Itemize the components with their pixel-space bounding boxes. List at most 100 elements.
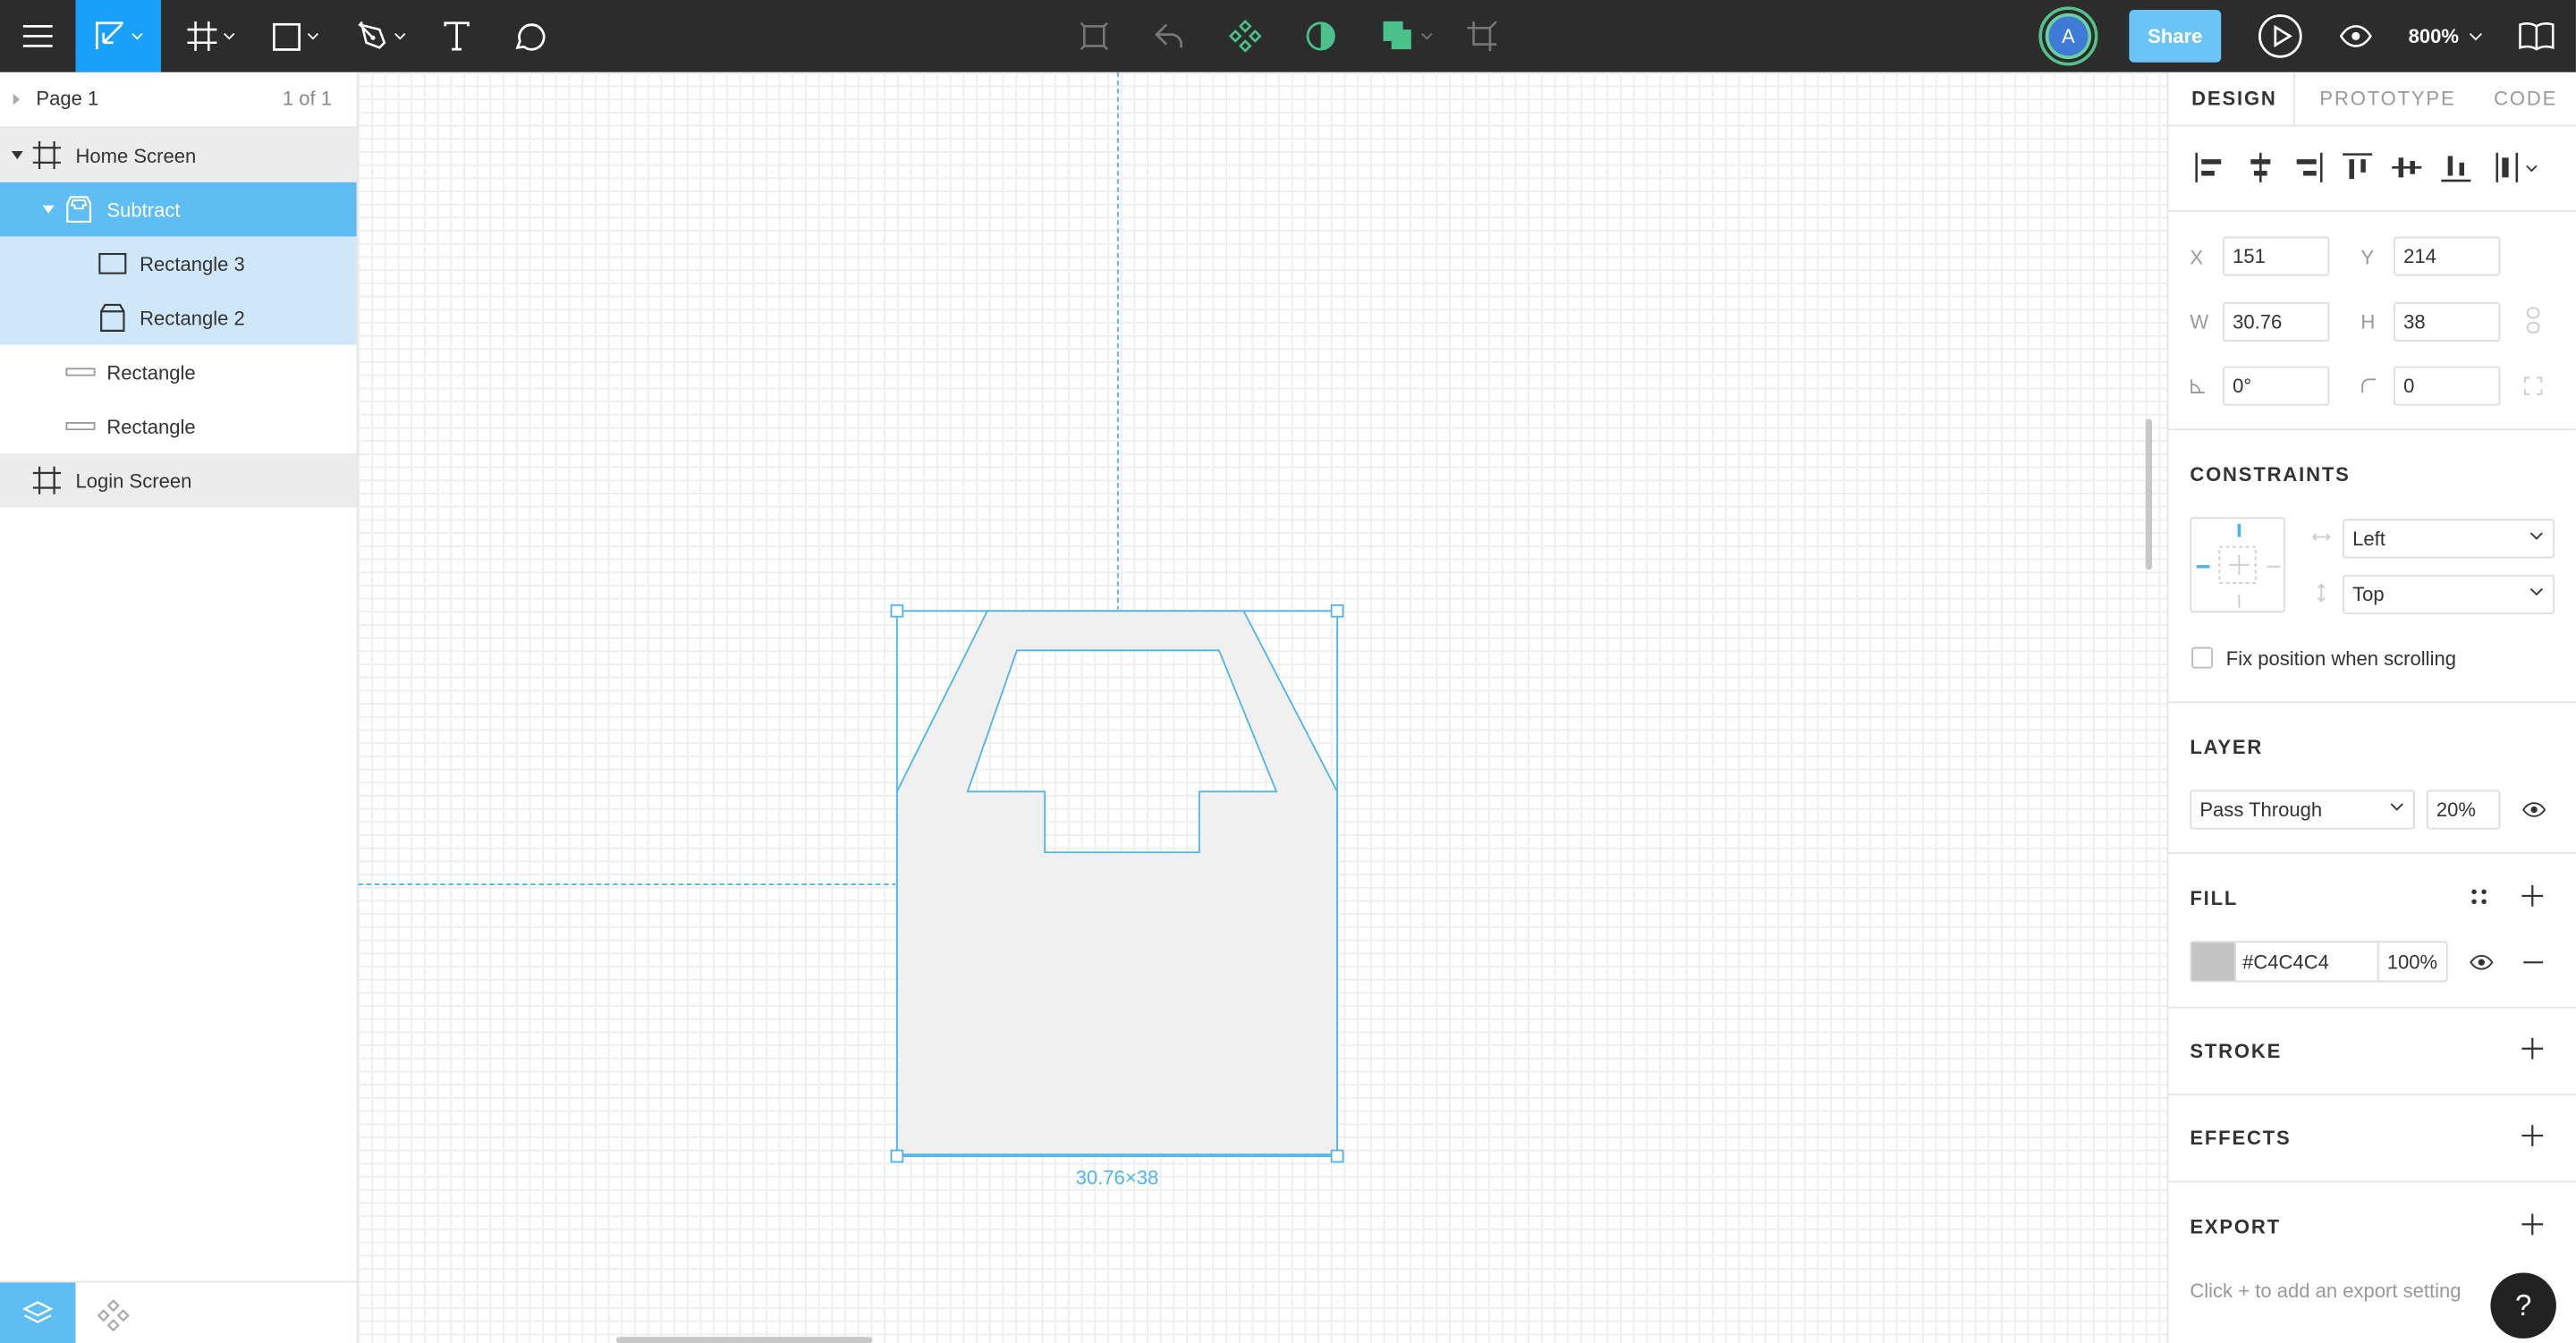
- line-rect-icon: [65, 422, 96, 431]
- page-count: 1 of 1: [282, 87, 333, 111]
- zoom-level: 800%: [2408, 24, 2459, 48]
- rotation-input[interactable]: 0°: [2223, 366, 2330, 406]
- horizontal-scrollbar[interactable]: [615, 1337, 873, 1343]
- layer-row-login-screen[interactable]: Login Screen: [0, 452, 357, 508]
- boolean-icon: [66, 196, 92, 224]
- vertical-scrollbar[interactable]: [2145, 418, 2153, 570]
- fix-position-checkbox[interactable]: [2191, 646, 2214, 669]
- constraint-vertical-select[interactable]: Top: [2343, 574, 2555, 614]
- figma-app: A Share 800% Page 1 1 of 1 Home Screen S…: [0, 0, 2576, 1343]
- radius-input[interactable]: 0: [2394, 366, 2501, 406]
- x-label: X: [2190, 246, 2204, 270]
- toolbar: A Share 800%: [0, 0, 2576, 72]
- rectangle-tool-icon: [272, 21, 301, 50]
- resize-handle[interactable]: [1330, 604, 1344, 618]
- constraint-vertical-value: Top: [2352, 583, 2385, 606]
- h-label: H: [2360, 310, 2376, 334]
- add-effect-icon[interactable]: [2521, 1125, 2544, 1147]
- constraints-widget[interactable]: [2190, 517, 2285, 613]
- layer-row-rectangle[interactable]: Rectangle: [0, 399, 357, 453]
- pen-tool-button[interactable]: [348, 0, 413, 72]
- layer-row-rectangle[interactable]: Rectangle: [0, 345, 357, 400]
- divider: [2168, 1006, 2576, 1009]
- hamburger-icon: [22, 25, 53, 47]
- canvas[interactable]: 30.76×38: [358, 72, 2167, 1343]
- crop-button[interactable]: [1462, 0, 1502, 72]
- fill-visibility-eye-icon[interactable]: [2470, 954, 2495, 970]
- w-input[interactable]: 30.76: [2223, 301, 2330, 342]
- create-component-button[interactable]: [1225, 0, 1265, 72]
- share-button[interactable]: Share: [2129, 10, 2222, 63]
- shape-tool-button[interactable]: [263, 0, 328, 72]
- add-stroke-icon[interactable]: [2521, 1037, 2544, 1060]
- constraint-horizontal-select[interactable]: Left: [2343, 519, 2555, 559]
- y-input[interactable]: 214: [2394, 236, 2501, 276]
- layer-row-home-screen[interactable]: Home Screen: [0, 128, 357, 182]
- resize-handle[interactable]: [1330, 1149, 1344, 1163]
- align-right-icon[interactable]: [2296, 152, 2323, 182]
- tab-prototype[interactable]: PROTOTYPE: [2319, 72, 2455, 125]
- mask-icon: [1306, 21, 1335, 51]
- comment-tool-button[interactable]: [506, 0, 552, 72]
- fix-position-label: Fix position when scrolling: [2225, 646, 2456, 671]
- resize-handle[interactable]: [890, 604, 904, 618]
- subtract-shape[interactable]: [895, 610, 1338, 1157]
- help-button[interactable]: ?: [2490, 1272, 2556, 1339]
- align-left-icon[interactable]: [2195, 152, 2222, 182]
- remove-fill-icon[interactable]: [2523, 960, 2544, 964]
- independent-corners-icon[interactable]: [2523, 376, 2543, 396]
- user-avatar[interactable]: A: [2042, 10, 2095, 63]
- tab-design[interactable]: DESIGN: [2191, 72, 2277, 125]
- view-settings-button[interactable]: [2333, 0, 2378, 72]
- blend-mode-select[interactable]: Pass Through: [2190, 790, 2415, 830]
- h-input[interactable]: 38: [2394, 301, 2501, 342]
- stroke-title: STROKE: [2190, 1039, 2283, 1063]
- distribute-icon[interactable]: [2496, 152, 2538, 182]
- x-input[interactable]: 151: [2223, 236, 2330, 276]
- rectangle-icon: [100, 303, 125, 333]
- constrain-proportions-icon[interactable]: [2526, 307, 2540, 334]
- menu-button[interactable]: [0, 0, 75, 72]
- chevron-down-icon: [2469, 32, 2482, 40]
- canvas-drawing: [358, 72, 2153, 1343]
- visibility-eye-icon[interactable]: [2521, 801, 2546, 817]
- text-tool-icon: [444, 21, 470, 51]
- mask-button[interactable]: [1301, 0, 1341, 72]
- styles-grid-icon[interactable]: [2470, 889, 2487, 905]
- frame-icon: [32, 140, 61, 170]
- text-tool-button[interactable]: [434, 0, 479, 72]
- fill-color-swatch[interactable]: [2191, 942, 2236, 981]
- tab-code[interactable]: CODE: [2494, 72, 2557, 125]
- divider: [2168, 1180, 2576, 1183]
- align-bottom-icon[interactable]: [2441, 156, 2471, 182]
- crop-icon: [1467, 21, 1497, 51]
- layers-tab[interactable]: [0, 1282, 76, 1343]
- move-tool-button[interactable]: [75, 0, 161, 72]
- library-button[interactable]: [2513, 0, 2559, 72]
- chevron-down-icon: [223, 32, 234, 39]
- resize-handle[interactable]: [890, 1149, 904, 1163]
- undo-button[interactable]: [1150, 0, 1190, 72]
- boolean-union-icon: [1382, 21, 1411, 50]
- add-export-icon[interactable]: [2521, 1213, 2544, 1236]
- layer-opacity-input[interactable]: 20%: [2426, 790, 2501, 830]
- align-top-icon[interactable]: [2343, 153, 2373, 180]
- page-selector[interactable]: Page 1 1 of 1: [0, 72, 357, 125]
- align-horizontal-center-icon[interactable]: [2250, 152, 2271, 182]
- frame-tool-button[interactable]: [177, 0, 242, 72]
- fill-opacity-value[interactable]: 100%: [2387, 950, 2437, 974]
- add-fill-icon[interactable]: [2521, 884, 2544, 907]
- layer-row-rectangle-3[interactable]: Rectangle 3: [0, 236, 357, 291]
- component-icon: [1228, 20, 1262, 53]
- tab-divider: [2293, 72, 2295, 125]
- layer-row-rectangle-2[interactable]: Rectangle 2: [0, 291, 357, 345]
- boolean-button[interactable]: [1373, 0, 1438, 72]
- zoom-dropdown[interactable]: 800%: [2409, 0, 2482, 72]
- layer-row-subtract[interactable]: Subtract: [0, 182, 357, 237]
- frame-icon: [32, 466, 61, 494]
- components-tab[interactable]: [75, 1282, 150, 1343]
- fill-hex-value[interactable]: #C4C4C4: [2242, 950, 2329, 974]
- align-vertical-center-icon[interactable]: [2392, 157, 2422, 178]
- component-frame-button[interactable]: [1074, 0, 1114, 72]
- present-button[interactable]: [2254, 0, 2307, 72]
